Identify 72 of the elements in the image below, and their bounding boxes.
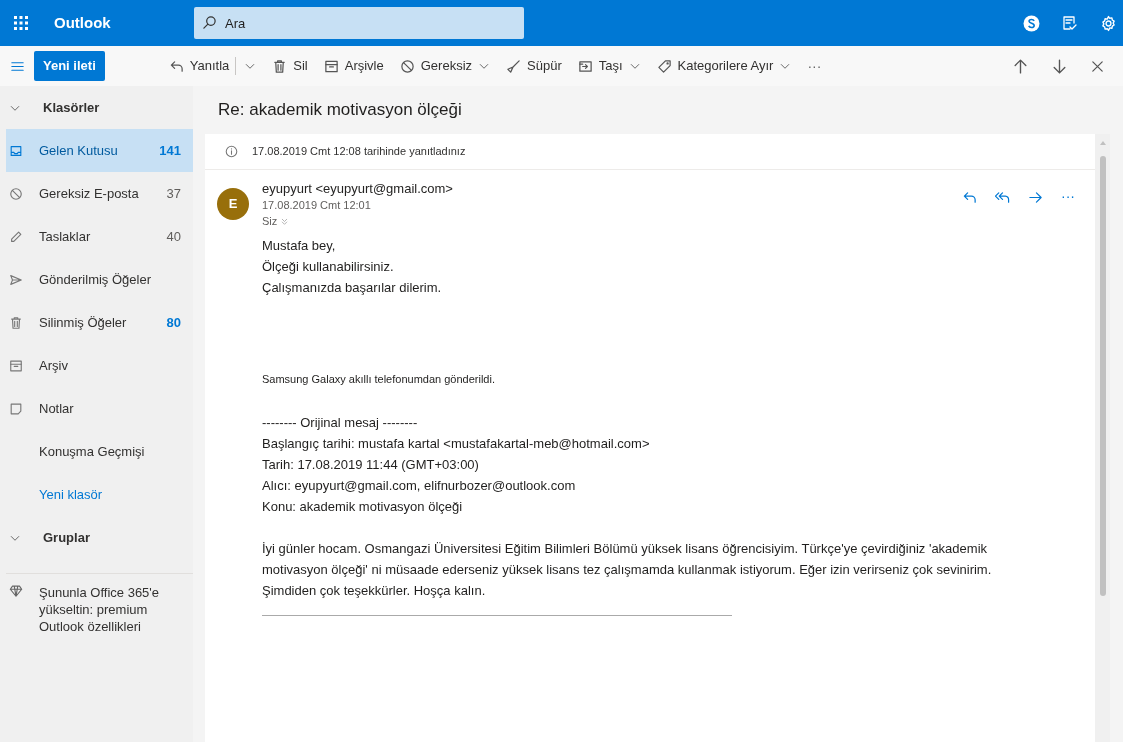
diamond-icon bbox=[9, 584, 23, 598]
sender-name: eyupyurt <eyupyurt@gmail.com> bbox=[262, 180, 454, 197]
blocked-icon bbox=[399, 58, 415, 74]
search-field[interactable]: Ara bbox=[194, 7, 524, 39]
toolbar-button[interactable]: Gereksiz bbox=[399, 56, 491, 76]
reply-icon bbox=[962, 190, 977, 205]
toolbar-button[interactable]: Yanıtla bbox=[168, 56, 230, 76]
folder-item[interactable]: Taslaklar 40 bbox=[6, 215, 193, 258]
trash-icon bbox=[272, 58, 288, 74]
skype-icon[interactable] bbox=[1023, 14, 1040, 32]
body-line: Konu: akademik motivasyon ölçeği bbox=[262, 498, 464, 516]
toolbar-button[interactable]: Kategorilere Ayır bbox=[656, 56, 792, 76]
body-line: Alıcı: eyupyurt@gmail.com, elifnurbozer@outlook.com bbox=[262, 477, 577, 495]
body-line: Ölçeği kullanabilirsiniz. bbox=[262, 258, 395, 276]
new-folder-link[interactable]: Yeni klasör bbox=[39, 484, 103, 505]
app-name[interactable]: Outlook bbox=[54, 11, 194, 35]
folder-item[interactable]: Arşiv bbox=[6, 344, 193, 387]
body-paragraph: İyi günler hocam. Osmangazi Üniversitesi Eğitim Bilimleri Bölümü yüksek lisans öğrencisiyim. Türkçe'ye çevirdiğiniz 'akademik motivasyon ölçeği' ni müsaade ederseniz yüksek lisans tez çalışmamda kullanmak istiyorum. Eğer izin verirseniz çok sevinirim. Şimdiden çok teşekkürler. Hoşça kalın. bbox=[262, 540, 993, 600]
section-header[interactable]: Gruplar bbox=[43, 527, 90, 548]
message-subject: Re: akademik motivasyon ölçeği bbox=[217, 99, 463, 122]
arrow-up-icon bbox=[1012, 57, 1029, 75]
recipient-label: Siz bbox=[262, 214, 278, 229]
calendar-check-icon[interactable] bbox=[1062, 15, 1078, 31]
more-button[interactable]: ··· bbox=[807, 55, 822, 77]
reply-all-icon bbox=[995, 190, 1010, 205]
folder-item[interactable]: Notlar bbox=[6, 387, 193, 430]
inbox-icon bbox=[9, 143, 23, 158]
search-icon bbox=[202, 15, 217, 30]
unread-count: 40 bbox=[166, 227, 181, 246]
broom-icon bbox=[506, 58, 522, 74]
folder-move-icon bbox=[577, 58, 593, 74]
reply-icon bbox=[168, 58, 184, 74]
unread-count: 80 bbox=[166, 313, 181, 332]
folder-item[interactable]: Gönderilmiş Öğeler bbox=[6, 258, 193, 301]
toolbar-button[interactable]: Sil bbox=[272, 56, 308, 76]
body-line: Mustafa bey, bbox=[262, 237, 337, 255]
blocked-icon bbox=[9, 186, 23, 201]
send-icon bbox=[9, 272, 23, 287]
reply-notice: 17.08.2019 Cmt 12:08 tarihinde yanıtladınız bbox=[252, 144, 466, 160]
section-header[interactable]: Klasörler bbox=[43, 97, 100, 118]
forward-icon bbox=[1028, 190, 1043, 205]
app-launcher-icon[interactable] bbox=[13, 15, 29, 31]
expand-icon bbox=[280, 216, 290, 226]
unread-count: 141 bbox=[159, 141, 181, 160]
folder-item[interactable]: Silinmiş Öğeler 80 bbox=[6, 301, 193, 344]
toolbar-button[interactable]: Taşı bbox=[577, 56, 641, 76]
trash-icon bbox=[9, 315, 23, 330]
body-line: -------- Orijinal mesaj -------- bbox=[262, 414, 419, 432]
settings-icon[interactable] bbox=[1100, 14, 1117, 32]
tag-icon bbox=[656, 58, 672, 74]
body-line: Tarih: 17.08.2019 11:44 (GMT+03:00) bbox=[262, 456, 480, 474]
sender-avatar: E bbox=[217, 188, 249, 220]
toolbar-button[interactable]: Arşivle bbox=[323, 56, 384, 76]
folder-item[interactable]: Konuşma Geçmişi bbox=[6, 430, 193, 473]
body-line: Çalışmanızda başarılar dilerim. bbox=[262, 279, 443, 297]
archive-icon bbox=[9, 358, 23, 373]
toolbar-button[interactable]: Süpür bbox=[506, 56, 562, 76]
new-message-button[interactable]: Yeni ileti bbox=[34, 51, 105, 81]
pencil-icon bbox=[9, 229, 23, 244]
arrow-down-icon bbox=[1051, 57, 1068, 75]
sent-date: 17.08.2019 Cmt 12:01 bbox=[262, 198, 372, 213]
folder-item[interactable]: Gereksiz E-posta 37 bbox=[6, 172, 193, 215]
archive-icon bbox=[323, 58, 339, 74]
signature-text: Samsung Galaxy akıllı telefonumdan gönderildi. bbox=[262, 372, 496, 387]
folder-item[interactable]: Gelen Kutusu 141 bbox=[6, 129, 193, 172]
note-icon bbox=[9, 401, 23, 416]
more-icon[interactable]: ··· bbox=[1061, 190, 1075, 202]
unread-count: 37 bbox=[166, 184, 181, 203]
upgrade-promo-text[interactable]: Şununla Office 365'e yükseltin: premium Outlook özellikleri bbox=[39, 584, 185, 635]
close-icon bbox=[1090, 58, 1105, 74]
body-line: Başlangıç tarihi: mustafa kartal <mustafakartal-meb@hotmail.com> bbox=[262, 435, 651, 453]
info-icon bbox=[225, 145, 238, 158]
